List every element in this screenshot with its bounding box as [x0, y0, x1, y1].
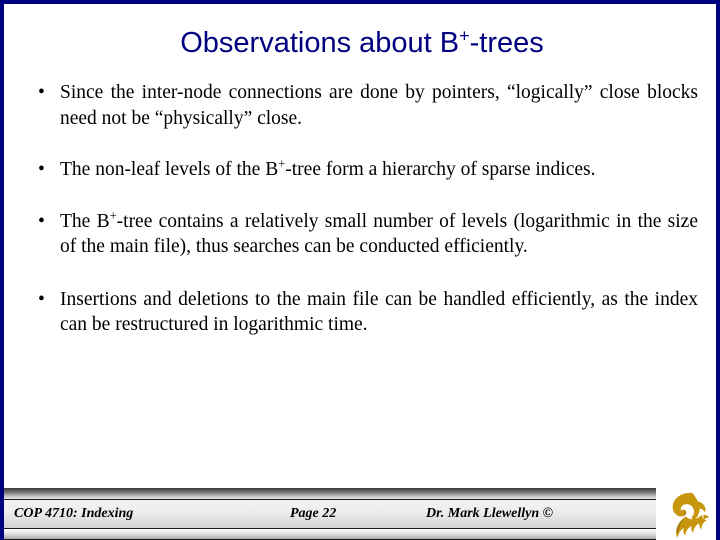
list-item: • Since the inter-node connections are d… — [30, 80, 698, 131]
footer-bottom-gradient-band — [4, 529, 716, 539]
text-run: -tree contains a relatively small number… — [60, 210, 698, 258]
slide: Observations about B+-trees • Since the … — [0, 0, 720, 540]
bullet-marker: • — [38, 82, 45, 103]
page-title-prefix: Observations about B — [180, 27, 460, 59]
page-title-suffix: -trees — [469, 27, 544, 59]
list-item-text: Since the inter-node connections are don… — [60, 80, 698, 131]
bullet-marker: • — [38, 288, 45, 310]
bullet-marker: • — [38, 159, 45, 180]
text-run: Insertions and deletions to the main fil… — [60, 288, 698, 336]
list-item: • Insertions and deletions to the main f… — [30, 287, 698, 338]
text-run: -tree form a hierarchy of sparse indices… — [285, 159, 596, 180]
list-item-text: The non-leaf levels of the B+-tree form … — [60, 157, 698, 183]
list-item-text: Insertions and deletions to the main fil… — [60, 287, 698, 338]
superscript-plus: + — [109, 208, 117, 222]
text-run: The non-leaf levels of the B — [60, 159, 279, 180]
page-title: Observations about B+-trees — [4, 25, 716, 60]
text-run: The B — [60, 210, 110, 232]
page-title-superscript: + — [459, 25, 470, 46]
list-item-text: The B+-tree contains a relatively small … — [60, 209, 698, 260]
list-item: • The B+-tree contains a relatively smal… — [30, 209, 698, 260]
ucf-pegasus-logo — [656, 488, 716, 540]
footer-page-number: Page 22 — [290, 506, 337, 521]
bullet-list: • Since the inter-node connections are d… — [30, 80, 698, 338]
footer-course-label: COP 4710: Indexing — [14, 506, 134, 521]
slide-footer: COP 4710: Indexing Page 22 Dr. Mark Llew… — [4, 488, 716, 540]
bullet-marker: • — [38, 210, 45, 232]
list-item: • The non-leaf levels of the B+-tree for… — [30, 157, 698, 183]
footer-top-gradient-band — [4, 488, 716, 499]
footer-author-label: Dr. Mark Llewellyn © — [426, 506, 554, 521]
pegasus-icon — [672, 492, 709, 538]
text-run: Since the inter-node connections are don… — [60, 82, 698, 129]
